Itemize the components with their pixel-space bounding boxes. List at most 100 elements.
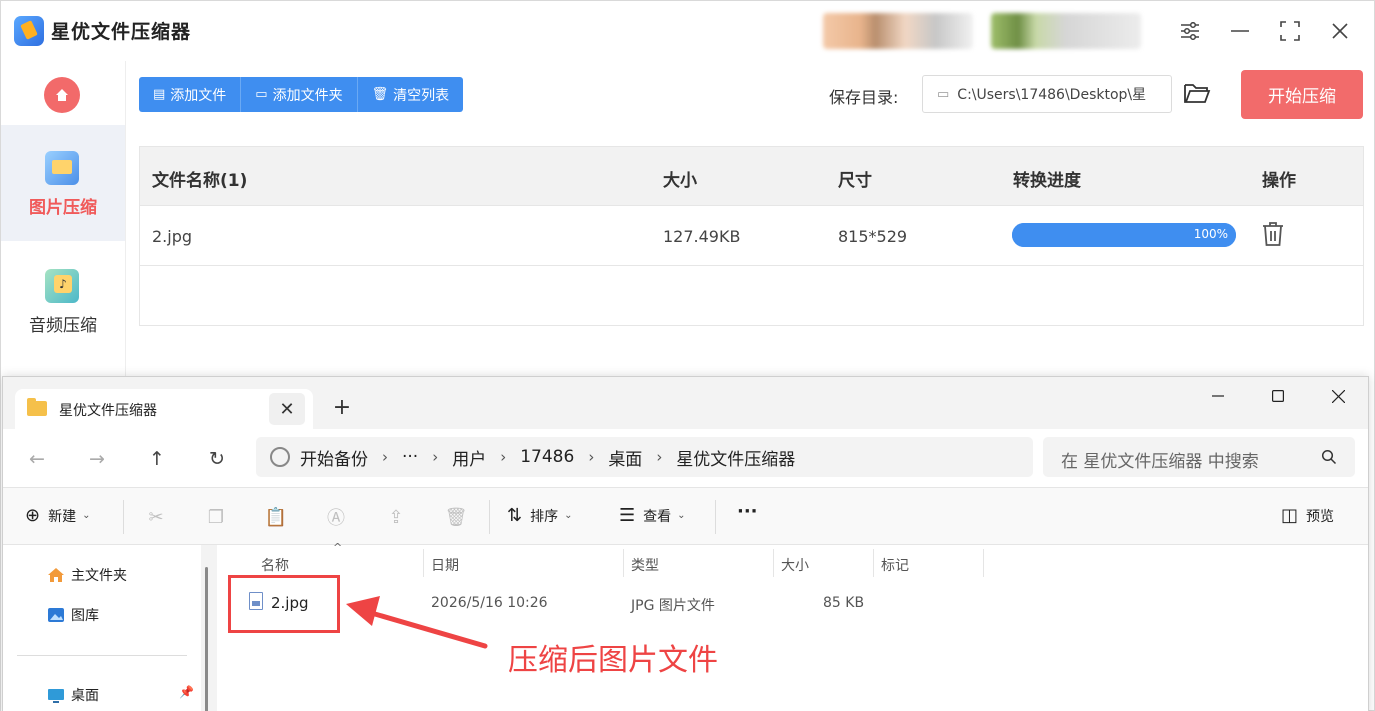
delete-icon[interactable]: 🗑 bbox=[444, 505, 468, 529]
explorer-nav-bar: ← → ↑ ↻ 开始备份 › ··· › 用户 › 17486 › 桌面 › 星… bbox=[3, 429, 1368, 487]
close-button[interactable] bbox=[1324, 15, 1356, 47]
table-cell-dimensions: 815*529 bbox=[838, 227, 908, 246]
breadcrumb-chevron-icon: › bbox=[432, 448, 439, 466]
nav-item-label: 图库 bbox=[71, 608, 99, 624]
search-placeholder: 在 星优文件压缩器 中搜索 bbox=[1061, 452, 1259, 472]
backup-cloud-icon bbox=[270, 447, 290, 467]
plus-circle-icon: ⊕ bbox=[25, 505, 41, 526]
sort-icon: ⇅ bbox=[507, 505, 523, 526]
preview-pane-icon: ◫ bbox=[1281, 505, 1299, 526]
search-icon[interactable] bbox=[1321, 449, 1337, 465]
maximize-button[interactable] bbox=[1274, 15, 1306, 47]
blurred-username bbox=[991, 13, 1141, 49]
home-icon bbox=[48, 568, 64, 582]
save-dir-input[interactable]: ▭ C:\Users\17486\Desktop\星 bbox=[922, 75, 1172, 113]
column-divider[interactable] bbox=[983, 549, 984, 577]
up-arrow-icon[interactable]: ↑ bbox=[141, 443, 173, 475]
nav-item-desktop[interactable]: 桌面 bbox=[47, 685, 99, 705]
home-icon bbox=[56, 89, 68, 101]
desktop-icon bbox=[48, 689, 64, 703]
settings-icon[interactable] bbox=[1174, 15, 1206, 47]
explorer-close-button[interactable] bbox=[1315, 381, 1361, 411]
annotation-label: 压缩后图片文件 bbox=[508, 643, 718, 678]
title-bar: 星优文件压缩器 bbox=[1, 1, 1374, 61]
column-divider[interactable] bbox=[423, 549, 424, 577]
add-folder-button[interactable]: ▭ 添加文件夹 bbox=[241, 77, 358, 112]
sort-ascending-icon: ^ bbox=[333, 541, 343, 554]
explorer-maximize-button[interactable] bbox=[1255, 381, 1301, 411]
more-options-button[interactable]: ··· bbox=[737, 501, 758, 522]
search-input[interactable]: 在 星优文件压缩器 中搜索 bbox=[1043, 437, 1355, 477]
explorer-command-bar: ⊕ 新建 ⌄ ✂ ❐ 📋 Ⓐ ⇪ 🗑 ⇅ 排序 ⌄ ☰ 查看 ⌄ ··· ◫ 预… bbox=[3, 487, 1368, 545]
start-compress-button[interactable]: 开始压缩 bbox=[1241, 70, 1363, 119]
trash-icon: 🗑 bbox=[371, 87, 389, 102]
breadcrumb-chevron-icon: › bbox=[500, 448, 507, 466]
blurred-avatar bbox=[823, 13, 973, 49]
minimize-button[interactable] bbox=[1224, 15, 1256, 47]
explorer-minimize-button[interactable] bbox=[1195, 381, 1241, 411]
breadcrumb-users[interactable]: 用户 bbox=[452, 445, 486, 470]
breadcrumb-root[interactable]: 开始备份 bbox=[300, 445, 368, 470]
view-button[interactable]: ☰ 查看 ⌄ bbox=[619, 505, 686, 526]
breadcrumb-user[interactable]: 17486 bbox=[520, 447, 574, 467]
rename-icon[interactable]: Ⓐ bbox=[324, 505, 348, 529]
new-label: 新建 bbox=[48, 508, 77, 525]
cut-icon[interactable]: ✂ bbox=[144, 505, 168, 529]
col-date[interactable]: 日期 bbox=[431, 555, 459, 575]
sort-button[interactable]: ⇅ 排序 ⌄ bbox=[507, 505, 572, 526]
clear-list-button[interactable]: 🗑 清空列表 bbox=[357, 77, 464, 112]
column-divider[interactable] bbox=[873, 549, 874, 577]
folder-icon bbox=[27, 398, 47, 416]
divider bbox=[123, 500, 124, 534]
add-file-icon: ▤ bbox=[153, 87, 166, 102]
refresh-icon[interactable]: ↻ bbox=[201, 443, 233, 475]
clear-list-label: 清空列表 bbox=[393, 87, 450, 104]
explorer-tab[interactable]: 星优文件压缩器 ✕ bbox=[15, 389, 313, 429]
divider bbox=[715, 500, 716, 534]
nav-item-home[interactable]: 主文件夹 bbox=[47, 565, 127, 585]
column-divider[interactable] bbox=[623, 549, 624, 577]
col-size: 大小 bbox=[663, 171, 697, 191]
image-icon bbox=[45, 151, 79, 185]
delete-icon[interactable] bbox=[1262, 222, 1284, 246]
back-arrow-icon[interactable]: ← bbox=[21, 443, 53, 475]
col-tags[interactable]: 标记 bbox=[881, 555, 909, 575]
breadcrumb-chevron-icon: › bbox=[382, 448, 388, 466]
tab-close-icon[interactable]: ✕ bbox=[269, 393, 305, 425]
save-dir-value: C:\Users\17486\Desktop\星 bbox=[957, 87, 1147, 103]
copy-icon[interactable]: ❐ bbox=[204, 505, 228, 529]
home-button[interactable] bbox=[44, 77, 80, 113]
app-title: 星优文件压缩器 bbox=[51, 21, 192, 43]
breadcrumb-chevron-icon: › bbox=[588, 448, 595, 466]
col-name[interactable]: 名称 bbox=[261, 555, 289, 575]
screen: 星优文件压缩器 图片压缩 ♪ 音频压缩 ▤ 添加文件 ▭ 添加文件夹 🗑 清空列… bbox=[0, 0, 1375, 711]
add-file-button[interactable]: ▤ 添加文件 bbox=[139, 77, 242, 112]
col-size[interactable]: 大小 bbox=[781, 555, 809, 575]
share-icon[interactable]: ⇪ bbox=[384, 505, 408, 529]
breadcrumb-desktop[interactable]: 桌面 bbox=[608, 445, 642, 470]
forward-arrow-icon[interactable]: → bbox=[81, 443, 113, 475]
sidebar-item-image-compress[interactable]: 图片压缩 bbox=[1, 125, 125, 241]
nav-pane-scrollbar[interactable] bbox=[205, 567, 208, 711]
new-tab-button[interactable]: + bbox=[329, 391, 355, 423]
new-button[interactable]: ⊕ 新建 ⌄ bbox=[25, 505, 90, 526]
address-bar[interactable]: 开始备份 › ··· › 用户 › 17486 › 桌面 › 星优文件压缩器 bbox=[256, 437, 1033, 477]
nav-item-gallery[interactable]: 图库 bbox=[47, 605, 99, 625]
sort-label: 排序 bbox=[530, 508, 559, 525]
pin-icon[interactable]: 📌 bbox=[179, 685, 194, 699]
breadcrumb-current[interactable]: 星优文件压缩器 bbox=[676, 445, 795, 470]
col-filename: 文件名称(1) bbox=[152, 171, 248, 191]
paste-icon[interactable]: 📋 bbox=[264, 505, 288, 529]
preview-button[interactable]: ◫ 预览 bbox=[1281, 505, 1334, 526]
toolbar: ▤ 添加文件 ▭ 添加文件夹 🗑 清空列表 bbox=[139, 77, 464, 112]
breadcrumb-ellipsis[interactable]: ··· bbox=[402, 447, 418, 467]
sidebar-item-audio-compress[interactable]: 音频压缩 bbox=[1, 243, 125, 359]
browse-folder-icon[interactable] bbox=[1183, 81, 1211, 107]
row-divider bbox=[140, 265, 1363, 266]
explorer-nav-pane: 主文件夹 图库 桌面 📌 bbox=[3, 545, 201, 711]
col-type[interactable]: 类型 bbox=[631, 555, 659, 575]
column-divider[interactable] bbox=[773, 549, 774, 577]
nav-item-label: 桌面 bbox=[71, 688, 99, 704]
file-row-type: JPG 图片文件 bbox=[631, 598, 715, 614]
preview-label: 预览 bbox=[1306, 508, 1335, 525]
